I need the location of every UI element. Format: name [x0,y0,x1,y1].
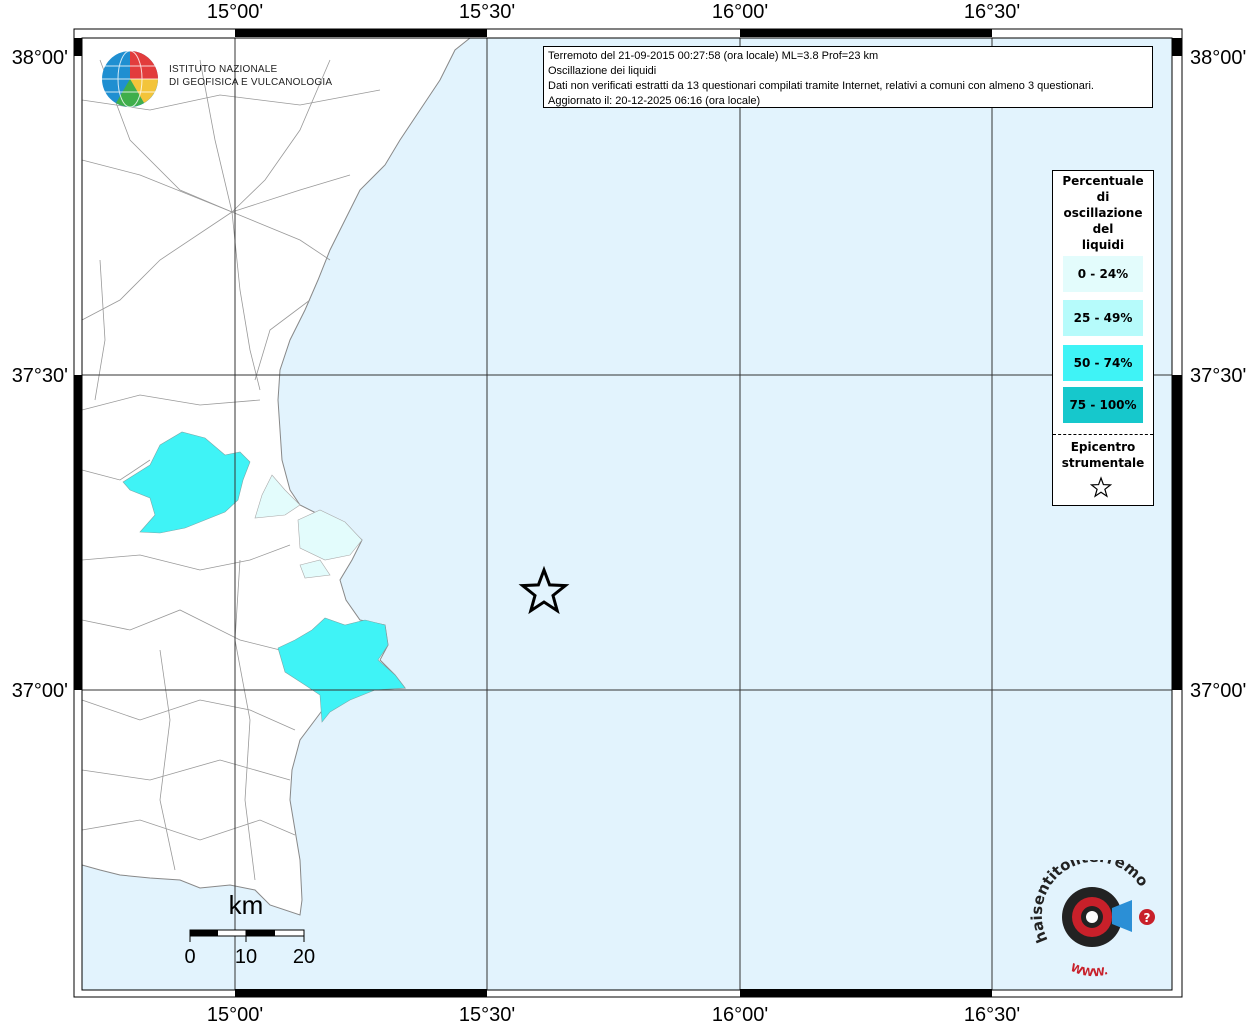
map-subtitle: Oscillazione dei liquidi [548,65,657,77]
lat-label-left-2: 37°30' [12,365,68,387]
lon-label-bottom-4: 16°30' [964,1004,1020,1024]
lon-label-bottom-2: 15°30' [459,1004,515,1024]
legend-item-label: 0 - 24% [1077,267,1129,281]
institute-line2: DI GEOFISICA E VULCANOLOGIA [169,77,333,88]
legend-title-line: oscillazione [1063,206,1143,220]
lon-label-top-1: 15°00' [207,1,263,23]
lat-label-right-3: 37°00' [1190,680,1246,702]
scale-label-0: 0 [184,946,195,968]
legend-title-line: Percentuale [1062,174,1144,188]
brand-web: WWW. [1069,961,1110,979]
legend-epicenter-line: Epicentro [1070,440,1136,454]
legend: Percentuale di oscillazione del liquidi … [1052,170,1154,506]
legend-item-75-100: 75 - 100% [1063,387,1143,423]
event-info-box: Terremoto del 21-09-2015 00:27:58 (ora l… [543,46,1153,108]
legend-title-line: liquidi [1081,238,1125,252]
legend-item-25-49: 25 - 49% [1063,300,1143,336]
legend-item-label: 25 - 49% [1073,311,1133,325]
scale-label-20: 20 [293,946,315,968]
legend-divider [1053,434,1153,435]
lon-label-top-3: 16°00' [712,1,768,23]
lat-label-left-3: 37°00' [12,680,68,702]
haisentito-logo-icon: haisentitoilterremoto.it WWW. ? [1030,860,1155,979]
institute-line1: ISTITUTO NAZIONALE [169,64,278,75]
legend-item-0-24: 0 - 24% [1063,256,1143,292]
svg-text:WWW.: WWW. [1069,961,1110,979]
update-timestamp: Aggiornato il: 20-12-2025 06:16 (ora loc… [548,95,761,107]
legend-title-line: di [1096,190,1110,204]
lon-label-bottom-3: 16°00' [712,1004,768,1024]
legend-item-label: 75 - 100% [1069,398,1137,412]
brand-symbol: ? [1144,911,1151,925]
event-title: Terremoto del 21-09-2015 00:27:58 (ora l… [548,50,879,62]
scale-label-10: 10 [235,946,257,968]
lat-label-right-1: 38°00' [1190,47,1246,69]
lon-label-top-2: 15°30' [459,1,515,23]
legend-item-label: 50 - 74% [1073,356,1133,370]
lat-labels-right: 38°00' 37°30' 37°00' [1190,47,1246,702]
lon-label-bottom-1: 15°00' [207,1004,263,1024]
lon-labels-bottom: 15°00' 15°30' 16°00' 16°30' [207,1004,1020,1024]
legend-title: Percentuale di oscillazione del liquidi [1053,171,1153,253]
legend-star-icon [1089,476,1113,498]
legend-epicenter-label: Epicentro strumentale [1053,439,1153,471]
lon-label-top-4: 16°30' [964,1,1020,23]
institute-name: ISTITUTO NAZIONALE DI GEOFISICA E VULCAN… [169,63,332,89]
lat-label-left-1: 38°00' [12,47,68,69]
lat-label-right-2: 37°30' [1190,365,1246,387]
legend-title-line: del [1092,222,1114,236]
lat-labels-left: 38°00' 37°30' 37°00' [12,47,68,702]
lon-labels-top: 15°00' 15°30' 16°00' 16°30' [207,1,1020,23]
data-note: Dati non verificati estratti da 13 quest… [548,80,1094,92]
legend-epicenter-line: strumentale [1061,456,1145,470]
scale-unit: km [229,890,264,920]
legend-item-50-74: 50 - 74% [1063,345,1143,381]
ingv-logo-icon [102,50,158,108]
